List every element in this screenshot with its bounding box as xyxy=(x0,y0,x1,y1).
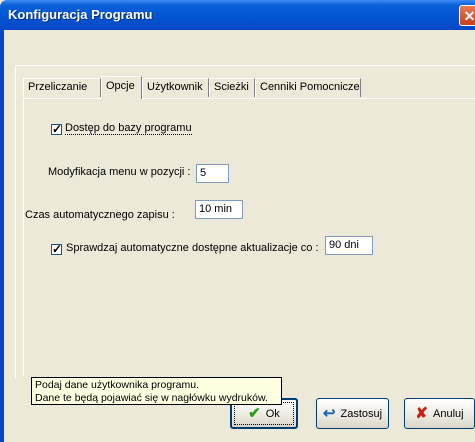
autosave-input[interactable]: 10 min xyxy=(195,200,243,219)
auto-update-label[interactable]: Sprawdzaj automatyczne dostępne aktualiz… xyxy=(66,242,319,254)
auto-update-checkbox[interactable]: ✓ xyxy=(51,242,63,256)
tab-label: Opcje xyxy=(106,80,135,92)
tab-label: Użytkownik xyxy=(147,81,203,93)
tooltip: Podaj dane użytkownika programu. Dane te… xyxy=(31,377,282,405)
menu-position-input[interactable]: 5 xyxy=(196,164,229,183)
autosave-label: Czas automatycznego zapisu : xyxy=(25,209,175,221)
x-icon: ✘ xyxy=(415,405,428,422)
tab-label: Scieżki xyxy=(214,81,249,93)
close-icon: ✕ xyxy=(463,8,475,24)
title-bar[interactable]: Konfiguracja Programu xyxy=(0,0,475,30)
auto-update-interval-input[interactable]: 90 dni xyxy=(325,236,373,255)
window-frame xyxy=(0,30,4,442)
cancel-button-label: Anuluj xyxy=(433,407,464,420)
tab-opcje[interactable]: Opcje xyxy=(101,76,142,99)
tab-cenniki-pomocnicze[interactable]: Cenniki Pomocnicze xyxy=(255,78,361,97)
db-access-label[interactable]: Dostęp do bazy programu xyxy=(65,122,192,135)
config-window: Konfiguracja Programu ✕ Przeliczanie Opc… xyxy=(0,0,475,442)
window-title: Konfiguracja Programu xyxy=(8,7,153,22)
check-icon: ✔ xyxy=(248,405,261,422)
db-access-checkbox[interactable]: ✓ xyxy=(51,122,63,136)
menu-position-label: Modyfikacja menu w pozycji : xyxy=(48,166,191,178)
checkmark-icon: ✓ xyxy=(52,242,63,256)
settings-panel xyxy=(15,65,475,378)
apply-arrow-icon: ↩ xyxy=(322,405,336,422)
apply-button-label: Zastosuj xyxy=(340,407,383,420)
tab-uzytkownik[interactable]: Użytkownik xyxy=(142,78,209,97)
close-button[interactable]: ✕ xyxy=(459,5,475,26)
tab-przeliczanie[interactable]: Przeliczanie xyxy=(23,78,101,97)
apply-button[interactable]: ↩ Zastosuj xyxy=(316,398,389,429)
tab-page-border xyxy=(23,98,475,99)
tooltip-line-1: Podaj dane użytkownika programu. xyxy=(35,379,200,391)
tab-sciezki[interactable]: Scieżki xyxy=(209,78,255,97)
ok-button-label: Ok xyxy=(265,407,280,420)
tab-page-border-left xyxy=(23,98,24,376)
cancel-button[interactable]: ✘ Anuluj xyxy=(404,398,475,429)
tab-label: Cenniki Pomocnicze xyxy=(260,81,360,93)
tab-label: Przeliczanie xyxy=(28,81,88,93)
tooltip-line-2: Dane te będą pojawiać się w nagłówku wyd… xyxy=(35,392,268,404)
checkmark-icon: ✓ xyxy=(52,122,63,136)
